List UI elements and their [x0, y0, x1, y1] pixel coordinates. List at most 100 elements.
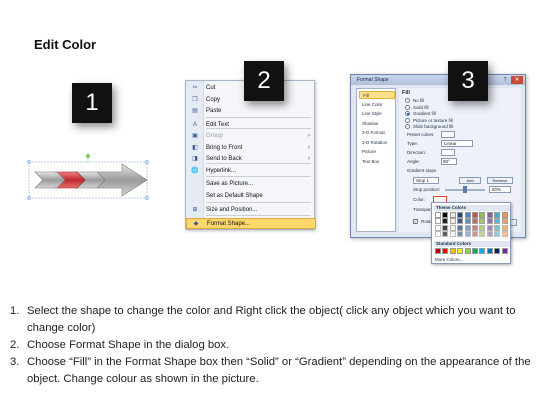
stop-position-thumb[interactable] [463, 186, 467, 193]
theme-color-swatch[interactable] [457, 212, 464, 218]
menu-item-size-and-position[interactable]: ⊞ Size and Position... [186, 205, 316, 216]
step-number: 1. [10, 305, 20, 317]
category-3-d-rotation[interactable]: 3-D Rotation [359, 139, 395, 147]
theme-color-swatch[interactable] [449, 212, 456, 218]
theme-color-swatch[interactable] [442, 218, 449, 225]
more-colors-link[interactable]: More Colors... [435, 257, 463, 262]
standard-color-swatch[interactable] [457, 248, 464, 254]
menu-item-format-shape[interactable]: ◆ Format Shape... [186, 218, 316, 229]
radio-solid-fill[interactable] [405, 104, 410, 110]
standard-color-swatch[interactable] [442, 248, 449, 254]
theme-color-swatch[interactable] [464, 224, 471, 231]
standard-color-swatch[interactable] [435, 248, 441, 254]
instruction-list: 1. Select the shape to change the color … [10, 303, 550, 388]
theme-color-swatch[interactable] [472, 231, 478, 238]
menu-item-save-as-picture[interactable]: Save as Picture... [186, 179, 316, 190]
angle-input[interactable]: 90° [441, 158, 457, 165]
theme-color-swatch[interactable] [479, 231, 486, 238]
theme-color-swatch[interactable] [501, 212, 508, 218]
standard-color-swatch[interactable] [449, 248, 456, 254]
standard-color-swatch[interactable] [464, 248, 471, 254]
theme-color-swatch[interactable] [479, 212, 486, 218]
theme-color-swatch[interactable] [472, 224, 478, 231]
theme-color-swatch[interactable] [435, 231, 441, 238]
theme-color-swatch[interactable] [479, 224, 486, 231]
menu-item-set-as-default-shape[interactable]: Set as Default Shape [186, 191, 316, 202]
theme-color-swatch[interactable] [442, 224, 449, 231]
help-icon[interactable]: ? [501, 76, 509, 84]
close-icon[interactable]: ✕ [511, 76, 523, 84]
stop-position-input[interactable]: 50% [489, 186, 511, 193]
category-shadow[interactable]: Shadow [359, 120, 395, 128]
gradient-stops-label: Gradient stops [407, 168, 437, 173]
hyperlink-icon: 🌐 [191, 168, 199, 174]
theme-color-swatch[interactable] [457, 231, 464, 238]
theme-color-swatch[interactable] [479, 218, 486, 225]
category-fill[interactable]: Fill [359, 91, 395, 99]
menu-item-bring-to-front[interactable]: ◧ Bring to Front › [186, 143, 316, 154]
theme-color-swatch[interactable] [486, 224, 493, 231]
menu-item-paste[interactable]: ▤ Paste [186, 106, 316, 117]
theme-color-swatch[interactable] [442, 212, 449, 218]
standard-color-swatch[interactable] [486, 248, 493, 254]
theme-color-swatch[interactable] [449, 224, 456, 231]
category-picture[interactable]: Picture [359, 148, 395, 156]
gradient-stop-dropdown[interactable]: Stop 1 [413, 177, 439, 184]
theme-color-swatch[interactable] [449, 231, 456, 238]
theme-color-swatch[interactable] [494, 218, 501, 225]
radio-slide-background-fill[interactable] [405, 124, 410, 129]
theme-color-swatch[interactable] [486, 218, 493, 225]
category-line-color[interactable]: Line Color [359, 101, 395, 109]
menu-item-group[interactable]: ▣ Group › [186, 131, 316, 142]
category-3-d-format[interactable]: 3-D Format [359, 129, 395, 137]
remove-stop-button[interactable]: Remove [487, 177, 513, 184]
menu-separator [206, 202, 311, 203]
theme-color-swatch[interactable] [435, 218, 441, 225]
theme-color-swatch[interactable] [435, 224, 441, 231]
category-line-style[interactable]: Line Style [359, 110, 395, 118]
theme-color-swatch[interactable] [494, 231, 501, 238]
type-dropdown[interactable]: Linear [441, 140, 473, 147]
rotate-checkbox[interactable]: ✓ [413, 219, 418, 224]
theme-color-swatch[interactable] [494, 224, 501, 231]
theme-color-swatch[interactable] [501, 224, 508, 231]
menu-item-edit-text[interactable]: A Edit Text [186, 120, 316, 131]
theme-color-swatch[interactable] [486, 212, 493, 218]
category-text-box[interactable]: Text Box [359, 158, 395, 166]
theme-color-swatch[interactable] [457, 224, 464, 231]
arrow-shape-group[interactable] [25, 150, 155, 210]
preset-colors-dropdown[interactable] [441, 131, 455, 138]
theme-color-swatch[interactable] [494, 212, 501, 218]
theme-color-swatch[interactable] [501, 231, 508, 238]
direction-dropdown[interactable] [441, 149, 455, 156]
theme-color-swatch[interactable] [449, 218, 456, 225]
theme-color-swatch[interactable] [464, 212, 471, 218]
preset-colors-label: Preset colors: [407, 132, 435, 137]
theme-color-swatch[interactable] [442, 231, 449, 238]
standard-color-swatch[interactable] [479, 248, 486, 254]
radio-picture-or-texture-fill[interactable] [405, 117, 410, 123]
standard-color-swatch[interactable] [472, 248, 478, 254]
menu-item-hyperlink[interactable]: 🌐 Hyperlink... [186, 166, 316, 177]
standard-color-swatch[interactable] [494, 248, 501, 254]
theme-color-swatch[interactable] [435, 212, 441, 218]
context-menu: ✂ Cut ❐ Copy ▤ Paste A Edit Text ▣ Group › ◧ Bring t… [185, 80, 316, 230]
theme-color-swatch[interactable] [472, 212, 478, 218]
stop-position-label: Stop position: [413, 187, 441, 192]
step-number: 3. [10, 356, 20, 368]
theme-color-swatch[interactable] [472, 218, 478, 225]
theme-color-swatch[interactable] [501, 218, 508, 225]
radio-gradient-fill[interactable] [405, 111, 410, 116]
direction-label: Direction: [407, 150, 427, 155]
theme-color-swatch[interactable] [464, 231, 471, 238]
menu-item-send-to-back[interactable]: ◨ Send to Back › [186, 154, 316, 165]
theme-color-swatch[interactable] [457, 218, 464, 225]
radio-no-fill[interactable] [405, 98, 410, 103]
theme-color-swatch[interactable] [464, 218, 471, 225]
send-back-icon: ◨ [192, 156, 198, 162]
theme-colors-label: Theme Colors [434, 205, 510, 211]
menu-item-label: Send to Back [206, 156, 242, 162]
add-stop-button[interactable]: Add [459, 177, 481, 184]
standard-color-swatch[interactable] [501, 248, 508, 254]
theme-color-swatch[interactable] [486, 231, 493, 238]
